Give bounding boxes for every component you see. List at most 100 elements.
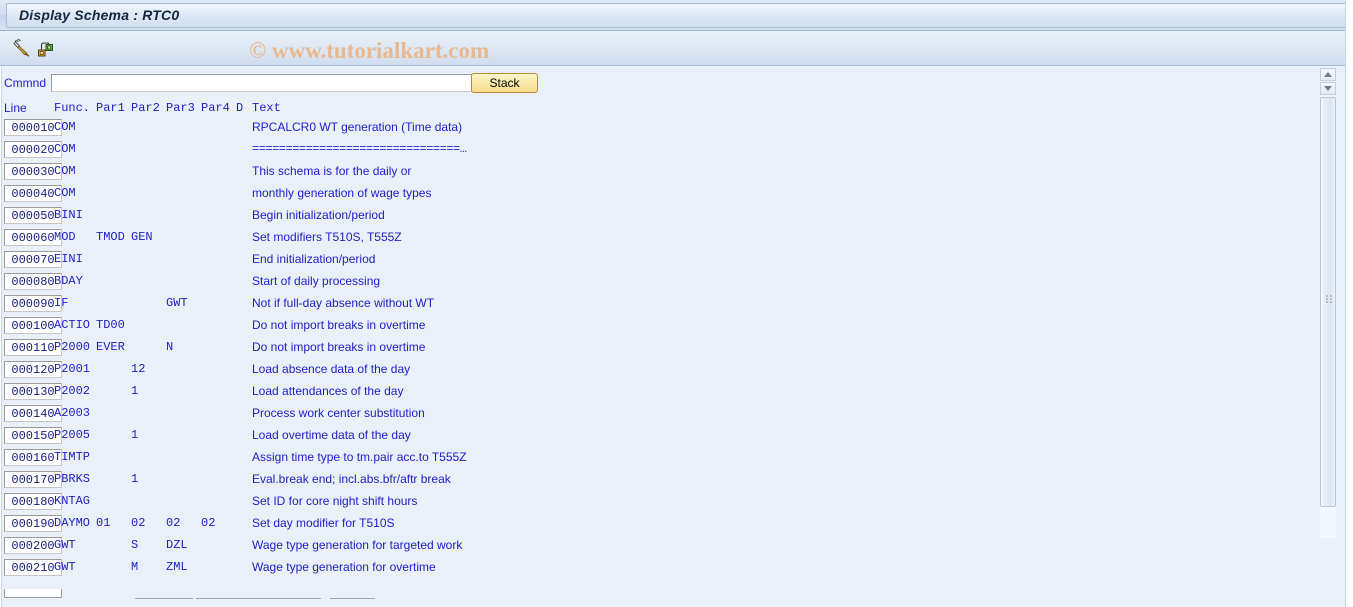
table-row[interactable]: 000010 COM RPCALCR0 WT generation (Time da… bbox=[0, 119, 1320, 141]
cell-text: RPCALCR0 WT generation (Time data) bbox=[252, 120, 463, 134]
table-row[interactable]: 000090 IF GWT Not if full-day absence witho… bbox=[0, 295, 1320, 317]
cell-text: Start of daily processing bbox=[252, 274, 381, 288]
command-row: Cmmnd Stack bbox=[0, 72, 1320, 98]
cell-func: COM bbox=[54, 186, 76, 200]
table-row[interactable]: 000070 EINI End initialization/period bbox=[0, 251, 1320, 273]
cell-text: Set modifiers T510S, T555Z bbox=[252, 230, 402, 244]
partial-par-mark bbox=[196, 598, 321, 599]
table-row[interactable]: 000050 BINI Begin initialization/period bbox=[0, 207, 1320, 229]
partial-next-row bbox=[0, 589, 1320, 607]
cell-par2: M bbox=[131, 560, 139, 574]
window-left-edge bbox=[0, 66, 2, 607]
scrollbar-grip-icon bbox=[1326, 295, 1332, 303]
cell-func: P2000 bbox=[54, 340, 91, 354]
cell-func: PBRKS bbox=[54, 472, 91, 486]
column-header-par1: Par1 bbox=[96, 101, 125, 115]
cell-par4: 02 bbox=[201, 516, 216, 530]
watermark-text: © www.tutorialkart.com bbox=[249, 38, 490, 63]
table-row[interactable]: 000130 P2002 1 Load attendances of the day bbox=[0, 383, 1320, 405]
cell-text: Assign time type to tm.pair acc.to T555Z bbox=[252, 450, 467, 464]
command-input[interactable] bbox=[51, 74, 473, 92]
cell-func: ACTIO bbox=[54, 318, 91, 332]
cell-par2: 1 bbox=[131, 472, 139, 486]
table-row[interactable]: 000200 GWT S DZL Wage type generation for ta… bbox=[0, 537, 1320, 559]
cell-text: ===============================… bbox=[252, 142, 467, 156]
cell-par3: 02 bbox=[166, 516, 181, 530]
table-row[interactable]: 000150 P2005 1 Load overtime data of the da… bbox=[0, 427, 1320, 449]
column-header-par4: Par4 bbox=[201, 101, 230, 115]
cell-func: P2001 bbox=[54, 362, 91, 376]
cell-text: Load overtime data of the day bbox=[252, 428, 411, 442]
column-header-d: D bbox=[236, 101, 244, 115]
scrollbar-track[interactable] bbox=[1320, 97, 1336, 538]
table-row[interactable]: 000120 P2001 12 Load absence data of the da… bbox=[0, 361, 1320, 383]
table-row[interactable]: 000060 MOD TMOD GEN Set modifiers T510S, T55… bbox=[0, 229, 1320, 251]
cell-text: This schema is for the daily or bbox=[252, 164, 412, 178]
cell-func: BINI bbox=[54, 208, 83, 222]
cell-func: IF bbox=[54, 296, 69, 310]
cell-text: Do not import breaks in overtime bbox=[252, 318, 426, 332]
cell-par2: 1 bbox=[131, 384, 139, 398]
cell-func: A2003 bbox=[54, 406, 91, 420]
table-row[interactable]: 000160 TIMTP Assign time type to tm.pair a… bbox=[0, 449, 1320, 471]
cell-func: GWT bbox=[54, 560, 76, 574]
column-header-par3: Par3 bbox=[166, 101, 195, 115]
application-toolbar bbox=[0, 31, 1353, 66]
stack-button[interactable]: Stack bbox=[471, 73, 538, 93]
table-row[interactable]: 000140 A2003 Process work center substitut… bbox=[0, 405, 1320, 427]
table-row[interactable]: 000100 ACTIO TD00 Do not import breaks in o… bbox=[0, 317, 1320, 339]
column-header-text: Text bbox=[252, 101, 281, 115]
scroll-up-arrow-icon[interactable] bbox=[1320, 68, 1336, 81]
table-row[interactable]: 000110 P2000 EVER N Do not import breaks in … bbox=[0, 339, 1320, 361]
cell-par3: ZML bbox=[166, 560, 188, 574]
vertical-scrollbar[interactable] bbox=[1320, 68, 1336, 538]
sap-display-schema-window: Display Schema : RTC0 © www.tutorialkart… bbox=[0, 0, 1353, 607]
window-right-edge bbox=[1345, 0, 1353, 607]
cell-func: BDAY bbox=[54, 274, 83, 288]
structure-hierarchy-icon[interactable] bbox=[34, 37, 58, 59]
table-column-headers: Line Func. Par1 Par2 Par3 Par4 D Text bbox=[0, 101, 1320, 117]
cell-func: COM bbox=[54, 120, 76, 134]
cell-func: GWT bbox=[54, 538, 76, 552]
table-row[interactable]: 000080 BDAY Start of daily processing bbox=[0, 273, 1320, 295]
table-row[interactable]: 000180 KNTAG Set ID for core night shift h… bbox=[0, 493, 1320, 515]
table-row[interactable]: 000170 PBRKS 1 Eval.break end; incl.abs.bfr… bbox=[0, 471, 1320, 493]
cell-par1: 01 bbox=[96, 516, 111, 530]
table-row[interactable]: 000190 DAYMO 01 02 02 02 Set day modifier for … bbox=[0, 515, 1320, 537]
scroll-down-arrow-icon[interactable] bbox=[1320, 82, 1336, 95]
cell-func: COM bbox=[54, 142, 76, 156]
cell-func: COM bbox=[54, 164, 76, 178]
partial-text-mark bbox=[330, 598, 375, 599]
cell-par1: TMOD bbox=[96, 230, 125, 244]
cell-par3: DZL bbox=[166, 538, 188, 552]
cell-text: Do not import breaks in overtime bbox=[252, 340, 426, 354]
cell-text: Process work center substitution bbox=[252, 406, 425, 420]
edit-pencil-icon[interactable] bbox=[10, 37, 34, 59]
cell-func: P2005 bbox=[54, 428, 91, 442]
cell-par3: GWT bbox=[166, 296, 188, 310]
cell-text: Eval.break end; incl.abs.bfr/aftr break bbox=[252, 472, 451, 486]
cell-text: End initialization/period bbox=[252, 252, 376, 266]
table-row[interactable]: 000030 COM This schema is for the daily or bbox=[0, 163, 1320, 185]
cell-par2: S bbox=[131, 538, 139, 552]
cell-func: MOD bbox=[54, 230, 76, 244]
cell-func: EINI bbox=[54, 252, 83, 266]
cell-func: P2002 bbox=[54, 384, 91, 398]
cell-text: Wage type generation for targeted work bbox=[252, 538, 463, 552]
cell-par2: 02 bbox=[131, 516, 146, 530]
cell-text: Set day modifier for T510S bbox=[252, 516, 395, 530]
column-header-func: Func. bbox=[54, 101, 91, 115]
cell-par2: 1 bbox=[131, 428, 139, 442]
table-row[interactable]: 000040 COM monthly generation of wage type… bbox=[0, 185, 1320, 207]
scrollbar-thumb[interactable] bbox=[1320, 97, 1336, 507]
column-header-line: Line bbox=[4, 101, 27, 115]
cell-text: Not if full-day absence without WT bbox=[252, 296, 435, 310]
table-row[interactable]: 000020 COM ===============================… bbox=[0, 141, 1320, 163]
page-title: Display Schema : RTC0 bbox=[19, 7, 180, 23]
window-title-bar: Display Schema : RTC0 bbox=[0, 0, 1353, 31]
partial-func-mark bbox=[135, 598, 193, 599]
column-header-par2: Par2 bbox=[131, 101, 160, 115]
table-row[interactable]: 000210 GWT M ZML Wage type generation for ov… bbox=[0, 559, 1320, 581]
title-bar-inner: Display Schema : RTC0 bbox=[6, 3, 1347, 28]
cell-text: Wage type generation for overtime bbox=[252, 560, 436, 574]
